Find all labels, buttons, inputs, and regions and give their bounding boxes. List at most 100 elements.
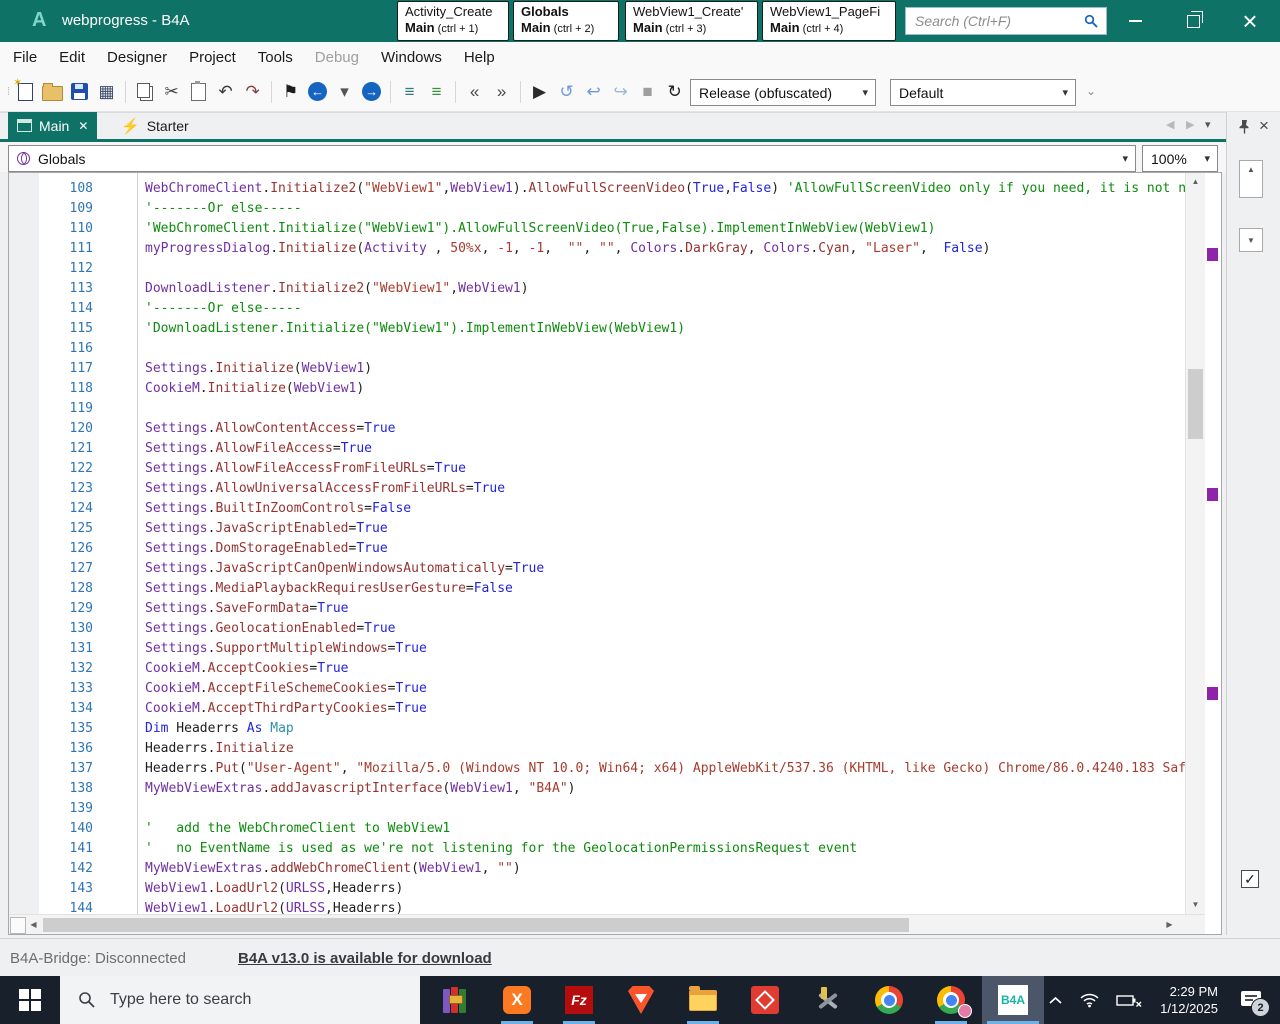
toolbar-overflow-icon[interactable]: ⌄ — [1086, 84, 1096, 98]
quick-nav-module-label: Main (ctrl + 4) — [770, 20, 888, 37]
tab-list-dropdown-icon[interactable]: ▾ — [1205, 118, 1211, 131]
step-over-icon[interactable]: ↪ — [607, 78, 634, 105]
open-project-icon[interactable] — [39, 78, 66, 105]
build-configuration-select[interactable]: Release (obfuscated) ▾ — [690, 79, 876, 106]
code-line: Settings.SupportMultipleWindows=True — [145, 639, 1185, 659]
vertical-scrollbar[interactable]: ▲ ▼ — [1185, 173, 1205, 914]
pin-icon[interactable] — [1238, 119, 1251, 139]
copy-icon[interactable] — [131, 78, 158, 105]
code-line: Settings.GeolocationEnabled=True — [145, 619, 1185, 639]
shift-right-icon[interactable]: » — [488, 78, 515, 105]
code-line: WebChromeClient.Initialize2("WebView1",W… — [145, 179, 1185, 199]
quick-nav-globals[interactable]: GlobalsMain (ctrl + 2) — [513, 1, 619, 41]
back-history-dropdown[interactable]: ▾ — [331, 78, 358, 105]
quick-nav-activity-create[interactable]: Activity_CreateMain (ctrl + 1) — [397, 1, 509, 41]
shift-left-icon[interactable]: « — [461, 78, 488, 105]
taskbar-apps: XFz B4A — [424, 976, 1044, 1024]
taskbar-file-explorer-icon[interactable] — [672, 976, 734, 1024]
tab-close-icon[interactable]: ✕ — [78, 119, 88, 133]
new-project-icon[interactable] — [12, 78, 39, 105]
code-editor[interactable]: 1081091101111121131141151161171181191201… — [8, 172, 1222, 935]
cut-icon[interactable]: ✂ — [158, 78, 185, 105]
vertical-scroll-thumb[interactable] — [1188, 369, 1203, 439]
line-number: 132 — [9, 659, 129, 679]
step-into-icon[interactable]: ↩ — [580, 78, 607, 105]
run-icon[interactable]: ▶ — [526, 78, 553, 105]
horizontal-scroll-thumb[interactable] — [43, 918, 909, 932]
tab-main[interactable]: Main ✕ — [8, 112, 97, 139]
tab-scroll-left-icon[interactable]: ◀ — [1166, 118, 1174, 131]
editor-zoom-select[interactable]: 100% ▾ — [1142, 145, 1218, 172]
code-line: Settings.AllowUniversalAccessFromFileURL… — [145, 479, 1185, 499]
minimize-button[interactable] — [1112, 0, 1158, 42]
quick-nav-module-name: Main — [521, 20, 551, 35]
horizontal-scrollbar[interactable]: ◀ ▶ — [9, 914, 1205, 934]
code-line: '-------Or else----- — [145, 299, 1185, 319]
panel-close-icon[interactable]: × — [1259, 116, 1269, 136]
taskbar-chrome-icon[interactable] — [858, 976, 920, 1024]
save-all-icon[interactable] — [66, 78, 93, 105]
chrome-glyph — [875, 986, 903, 1014]
taskbar-chrome-profile-icon[interactable] — [920, 976, 982, 1024]
action-center-button[interactable]: 2 — [1236, 985, 1266, 1015]
undo-icon[interactable]: ↶ — [212, 78, 239, 105]
quick-nav-webview1-create-[interactable]: WebView1_Create'Main (ctrl + 3) — [625, 1, 758, 41]
menu-windows[interactable]: Windows — [370, 49, 453, 66]
scroll-left-icon[interactable]: ◀ — [25, 916, 42, 933]
tab-starter[interactable]: ⚡ Starter — [112, 112, 198, 139]
taskbar-filezilla-icon[interactable]: Fz — [548, 976, 610, 1024]
taskbar-search-input[interactable]: Type here to search — [60, 976, 420, 1024]
close-button[interactable]: × — [1227, 0, 1273, 42]
paste-icon[interactable] — [185, 78, 212, 105]
power-status-icon[interactable] — [1116, 993, 1142, 1008]
code-line: Settings.BuiltInZoomControls=False — [145, 499, 1185, 519]
tab-scroll-right-icon[interactable]: ▶ — [1186, 118, 1194, 131]
code-text-area[interactable]: WebChromeClient.Initialize2("WebView1",W… — [145, 179, 1185, 914]
layout-variant-select[interactable]: Default ▾ — [890, 79, 1076, 106]
splitter-grip[interactable] — [10, 917, 26, 934]
restore-button[interactable] — [1170, 0, 1216, 42]
tray-chevron-up-icon[interactable] — [1048, 995, 1063, 1006]
taskbar-search-placeholder: Type here to search — [110, 991, 251, 1009]
scroll-right-icon[interactable]: ▶ — [1161, 916, 1178, 933]
search-input[interactable]: Search (Ctrl+F) — [905, 7, 1107, 35]
navigate-forward-icon[interactable]: → — [358, 78, 385, 105]
taskbar-brave-icon[interactable] — [610, 976, 672, 1024]
menu-help[interactable]: Help — [453, 49, 506, 66]
wifi-icon[interactable] — [1079, 992, 1100, 1008]
panel-scroll-down-button[interactable]: ▼ — [1239, 228, 1263, 252]
panel-scroll-up-button[interactable]: ▲ — [1239, 160, 1263, 198]
taskbar-xampp-icon[interactable]: X — [486, 976, 548, 1024]
bookmark-icon[interactable]: ⚑ — [277, 78, 304, 105]
start-button[interactable] — [0, 976, 60, 1024]
comment-selection-icon[interactable]: ≡ — [396, 78, 423, 105]
taskbar-b4a-icon[interactable]: B4A — [982, 976, 1044, 1024]
menu-file[interactable]: File — [2, 49, 48, 66]
scroll-down-icon[interactable]: ▼ — [1186, 896, 1205, 913]
taskbar-dev-tools-icon[interactable] — [796, 976, 858, 1024]
menu-designer[interactable]: Designer — [96, 49, 178, 66]
right-dock-panel: × ▲ ▼ ✓ — [1226, 112, 1280, 935]
restart-icon[interactable]: ↻ — [661, 78, 688, 105]
sub-selector[interactable]: Globals ▾ — [8, 145, 1136, 172]
taskbar-anydesk-icon[interactable] — [734, 976, 796, 1024]
line-number: 126 — [9, 539, 129, 559]
navigate-back-icon[interactable]: ← — [304, 78, 331, 105]
uncomment-selection-icon[interactable]: ≡ — [423, 78, 450, 105]
stop-icon[interactable]: ■ — [634, 78, 661, 105]
line-number: 141 — [9, 839, 129, 859]
panel-checkbox[interactable]: ✓ — [1241, 870, 1259, 888]
resume-icon[interactable]: ↺ — [553, 78, 580, 105]
update-link[interactable]: B4A v13.0 is available for download — [238, 950, 492, 967]
modules-icon[interactable]: ▦ — [93, 78, 120, 105]
line-number: 122 — [9, 459, 129, 479]
menu-edit[interactable]: Edit — [48, 49, 96, 66]
redo-icon[interactable]: ↷ — [239, 78, 266, 105]
quick-nav-webview1-pagefi[interactable]: WebView1_PageFiMain (ctrl + 4) — [762, 1, 896, 41]
taskbar-clock[interactable]: 2:29 PM 1/12/2025 — [1160, 983, 1218, 1017]
menu-project[interactable]: Project — [178, 49, 247, 66]
taskbar-winrar-icon[interactable] — [424, 976, 486, 1024]
code-line: CookieM.Initialize(WebView1) — [145, 379, 1185, 399]
menu-tools[interactable]: Tools — [247, 49, 304, 66]
scroll-up-icon[interactable]: ▲ — [1186, 173, 1205, 190]
